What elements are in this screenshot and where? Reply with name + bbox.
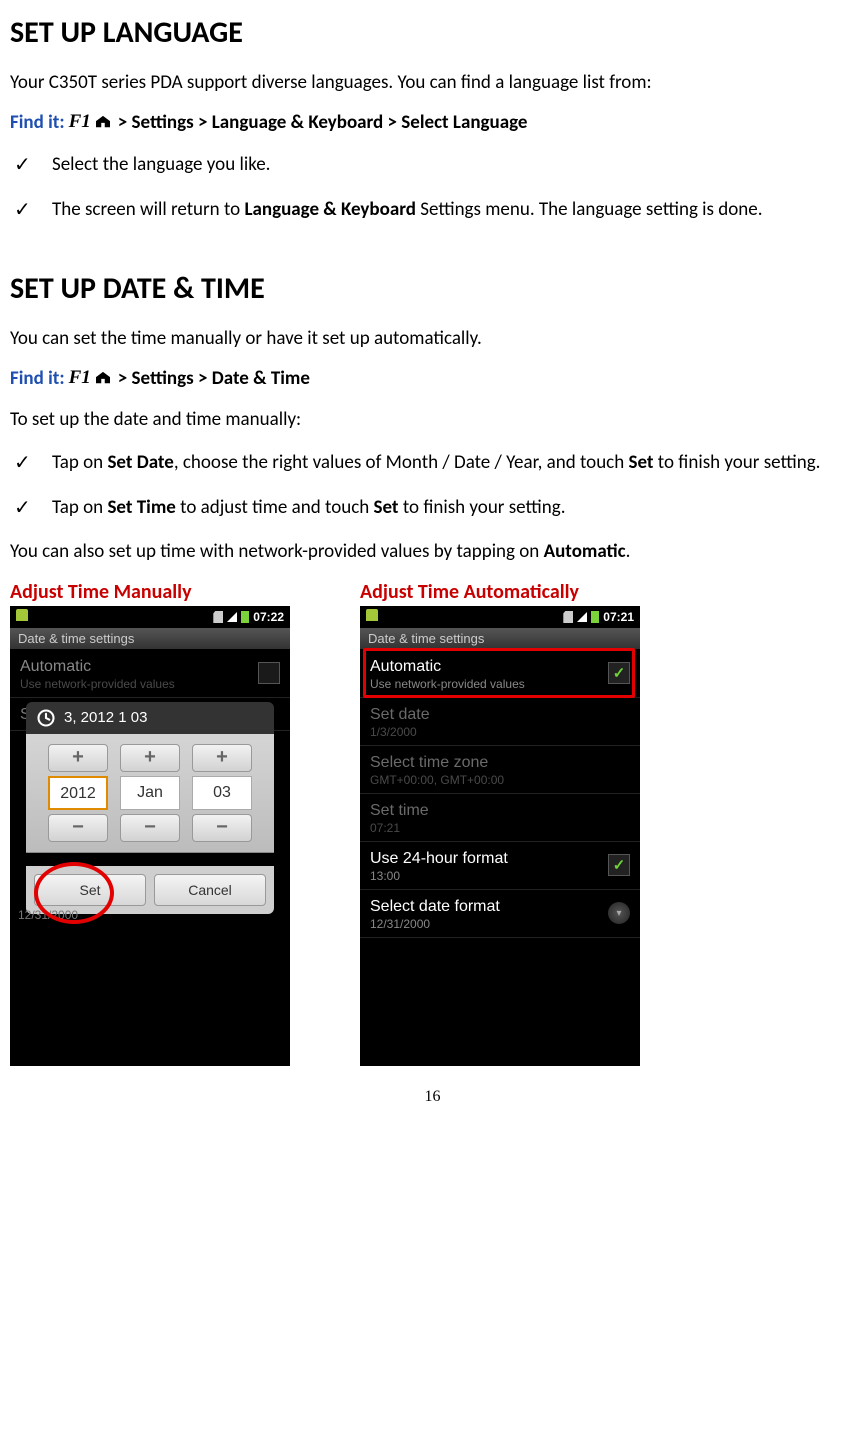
text-bold: Set — [629, 451, 654, 474]
sd-card-icon — [563, 611, 573, 623]
row-timezone[interactable]: Select time zone GMT+00:00, GMT+00:00 — [360, 746, 640, 794]
text: to finish your setting. — [399, 496, 566, 519]
check-item: The screen will return to Language & Key… — [10, 195, 855, 224]
spinner-value-day[interactable]: 03 — [192, 776, 252, 810]
row-subtitle: 07:21 — [370, 821, 630, 835]
heading-setup-language: SET UP LANGUAGE — [10, 14, 855, 51]
check-item: Select the language you like. — [10, 150, 855, 179]
status-clock: 07:22 — [253, 610, 284, 624]
text-bold: Automatic — [544, 540, 626, 563]
f1-home-icon: F1 — [69, 111, 114, 133]
spinner-value-month[interactable]: Jan — [120, 776, 180, 810]
heading-setup-datetime: SET UP DATE & TIME — [10, 270, 855, 307]
screen-title: Date & time settings — [360, 628, 640, 650]
screenshot-automatic: 07:21 Date & time settings Automatic Use… — [360, 606, 640, 1066]
intro-language: Your C350T series PDA support diverse la… — [10, 69, 855, 97]
battery-icon — [591, 611, 599, 623]
date-picker-header: 3, 2012 1 03 — [26, 702, 274, 734]
minus-button[interactable]: − — [120, 814, 180, 842]
signal-icon — [227, 612, 237, 622]
annotation-circle-set — [34, 862, 114, 924]
page-number: 16 — [10, 1088, 855, 1106]
checkbox-checked-icon[interactable] — [608, 854, 630, 876]
find-it-path: > Settings > Date & Time — [118, 367, 310, 390]
text-bold: Set Time — [107, 496, 175, 519]
row-title: Set time — [370, 802, 630, 820]
screenshot-manual: 07:22 Date & time settings Automatic Use… — [10, 606, 290, 1066]
status-bar: 07:21 — [360, 606, 640, 628]
automatic-line: You can also set up time with network-pr… — [10, 538, 855, 566]
row-subtitle: 12/31/2000 — [370, 917, 630, 931]
manual-intro: To set up the date and time manually: — [10, 406, 855, 434]
text: Tap on — [52, 496, 107, 519]
checklist-language: Select the language you like. The screen… — [10, 150, 855, 225]
find-it-label: Find it: — [10, 367, 65, 390]
row-subtitle: 13:00 — [370, 869, 630, 883]
spinner-value-year[interactable]: 2012 — [48, 776, 108, 810]
signal-icon — [577, 612, 587, 622]
check-item: Tap on Set Date, choose the right values… — [10, 448, 855, 477]
dropdown-disclosure-icon[interactable] — [608, 902, 630, 924]
annotation-box-automatic — [363, 648, 635, 698]
text: to adjust time and touch — [176, 496, 374, 519]
sd-card-icon — [213, 611, 223, 623]
battery-icon — [241, 611, 249, 623]
caption-automatic: Adjust Time Automatically — [360, 580, 579, 604]
text-bold: Language & Keyboard — [244, 198, 415, 221]
caption-manual: Adjust Time Manually — [10, 580, 290, 604]
minus-button[interactable]: − — [192, 814, 252, 842]
text: Tap on — [52, 451, 107, 474]
android-icon — [366, 609, 378, 621]
plus-button[interactable]: + — [192, 744, 252, 772]
clock-icon — [36, 708, 56, 728]
text: Settings menu. The language setting is d… — [416, 198, 763, 221]
checklist-datetime: Tap on Set Date, choose the right values… — [10, 448, 855, 523]
date-picker: + 2012 − + Jan − + 03 − — [26, 734, 274, 853]
spinner-month[interactable]: + Jan − — [120, 744, 180, 842]
row-subtitle: Use network-provided values — [20, 677, 280, 691]
date-picker-value: 3, 2012 1 03 — [64, 709, 147, 726]
find-it-datetime: Find it: F1 > Settings > Date & Time — [10, 367, 855, 390]
find-it-language: Find it: F1 > Settings > Language & Keyb… — [10, 111, 855, 134]
status-clock: 07:21 — [603, 610, 634, 624]
row-24-hour[interactable]: Use 24-hour format 13:00 — [360, 842, 640, 890]
android-icon — [16, 609, 28, 621]
text: to finish your setting. — [654, 451, 821, 474]
row-title: Use 24-hour format — [370, 850, 630, 868]
row-set-date[interactable]: Set date 1/3/2000 — [360, 698, 640, 746]
cancel-button[interactable]: Cancel — [154, 874, 266, 906]
text: You can also set up time with network-pr… — [10, 540, 544, 563]
intro-datetime: You can set the time manually or have it… — [10, 325, 855, 353]
minus-button[interactable]: − — [48, 814, 108, 842]
row-title: Select date format — [370, 898, 630, 916]
check-item: Tap on Set Time to adjust time and touch… — [10, 493, 855, 522]
find-it-label: Find it: — [10, 111, 65, 134]
text: , choose the right values of Month / Dat… — [174, 451, 629, 474]
row-date-format[interactable]: Select date format 12/31/2000 — [360, 890, 640, 938]
checkbox-unchecked-icon[interactable] — [258, 662, 280, 684]
text: . — [626, 540, 631, 563]
text-bold: Set Date — [107, 451, 173, 474]
screen-title: Date & time settings — [10, 628, 290, 650]
row-title: Select time zone — [370, 754, 630, 772]
row-title: Automatic — [20, 658, 280, 676]
find-it-path: > Settings > Language & Keyboard > Selec… — [118, 111, 528, 134]
text: The screen will return to — [52, 198, 244, 221]
row-set-time[interactable]: Set time 07:21 — [360, 794, 640, 842]
row-title: Set date — [370, 706, 630, 724]
row-subtitle: 1/3/2000 — [370, 725, 630, 739]
status-bar: 07:22 — [10, 606, 290, 628]
row-subtitle: GMT+00:00, GMT+00:00 — [370, 773, 630, 787]
row-automatic[interactable]: Automatic Use network-provided values — [10, 650, 290, 698]
text-bold: Set — [374, 496, 399, 519]
plus-button[interactable]: + — [120, 744, 180, 772]
spinner-year[interactable]: + 2012 − — [48, 744, 108, 842]
spinner-day[interactable]: + 03 − — [192, 744, 252, 842]
f1-home-icon: F1 — [69, 367, 114, 389]
plus-button[interactable]: + — [48, 744, 108, 772]
